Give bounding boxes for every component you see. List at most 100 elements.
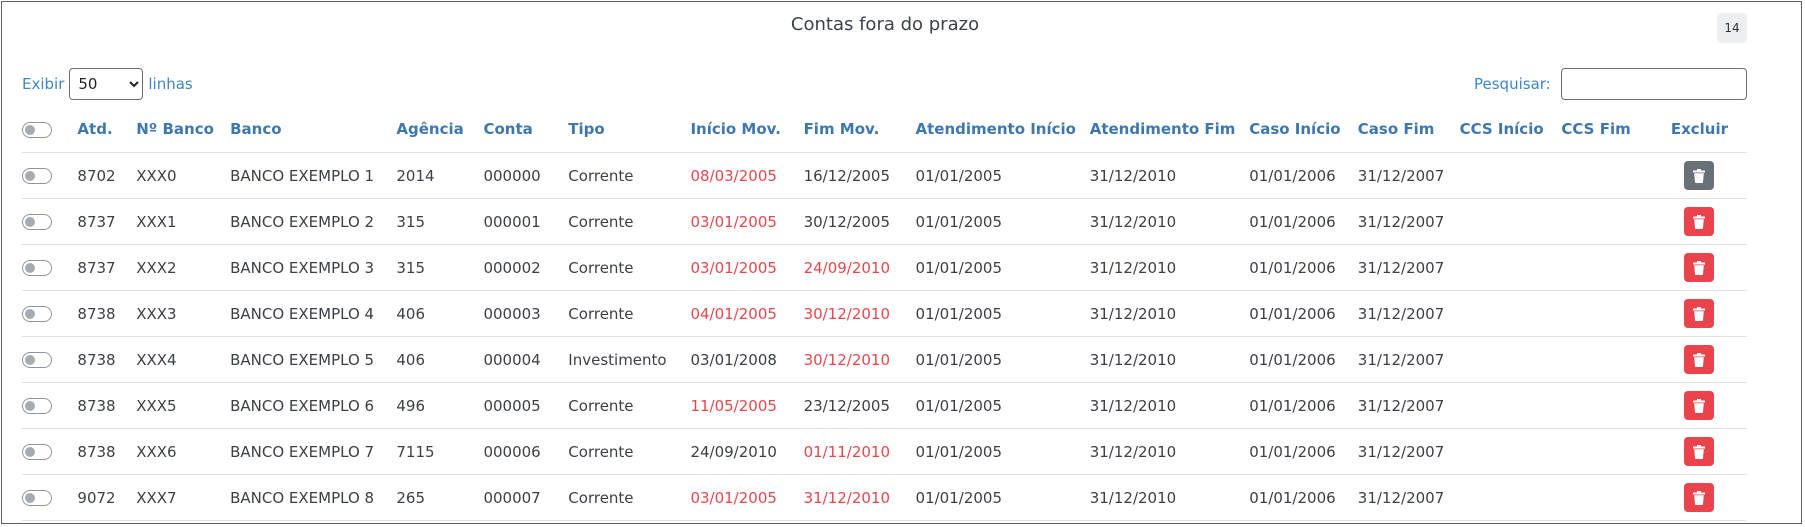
cell-agencia: 7115	[396, 428, 484, 475]
toggle-switch-icon[interactable]	[22, 490, 52, 506]
row-toggle-cell[interactable]	[22, 198, 78, 245]
column-header[interactable]: Conta	[483, 106, 569, 153]
toggle-switch-icon[interactable]	[22, 444, 52, 460]
cell-atend-inicio: 01/01/2005	[915, 198, 1090, 245]
select-all-header[interactable]	[22, 106, 78, 153]
cell-atd: 8738	[77, 382, 137, 429]
delete-cell	[1651, 382, 1747, 429]
cell-tipo: Corrente	[568, 244, 691, 291]
delete-cell	[1651, 290, 1747, 337]
cell-ccs-inicio	[1459, 244, 1562, 291]
cell-ccs-fim	[1561, 152, 1652, 199]
cell-tipo: Corrente	[568, 382, 691, 429]
cell-ccs-inicio	[1459, 474, 1562, 521]
cell-atend-inicio: 01/01/2005	[915, 336, 1090, 383]
cell-tipo: Corrente	[568, 152, 691, 199]
row-toggle-cell[interactable]	[22, 428, 78, 475]
column-header[interactable]: Caso Início	[1249, 106, 1358, 153]
cell-inicio-mov: 03/01/2005	[690, 474, 804, 521]
delete-button[interactable]	[1684, 483, 1715, 512]
column-header[interactable]: Atendimento Início	[915, 106, 1090, 153]
cell-conta: 000004	[483, 336, 569, 383]
toggle-switch-icon[interactable]	[22, 260, 52, 276]
row-toggle-cell[interactable]	[22, 336, 78, 383]
cell-fim-mov: 24/09/2010	[803, 244, 916, 291]
cell-ccs-inicio	[1459, 198, 1562, 245]
column-header[interactable]: Atendimento Fim	[1089, 106, 1250, 153]
trash-icon	[1693, 214, 1706, 229]
column-header[interactable]: Início Mov.	[690, 106, 804, 153]
column-header[interactable]: Banco	[230, 106, 397, 153]
row-toggle-cell[interactable]	[22, 382, 78, 429]
cell-atend-fim: 31/12/2010	[1089, 336, 1250, 383]
delete-cell	[1651, 244, 1747, 291]
toggle-switch-icon[interactable]	[22, 352, 52, 368]
page-length-select[interactable]: 50	[69, 68, 144, 100]
cell-fim-mov: 16/12/2005	[803, 152, 916, 199]
cell-caso-fim: 31/12/2007	[1357, 382, 1460, 429]
length-prefix-label: Exibir	[22, 75, 65, 93]
page-title: Contas fora do prazo	[790, 14, 980, 35]
delete-button[interactable]	[1684, 391, 1715, 420]
cell-ccs-fim	[1561, 382, 1652, 429]
column-header[interactable]: CCS Início	[1459, 106, 1562, 153]
table-header-row: Atd. Nº Banco Banco Agência Conta Tipo I…	[22, 106, 1747, 153]
cell-ccs-inicio	[1459, 382, 1562, 429]
cell-tipo: Corrente	[568, 290, 691, 337]
toggle-switch-icon[interactable]	[22, 306, 52, 322]
search-input[interactable]	[1560, 68, 1747, 100]
column-header[interactable]: Atd.	[77, 106, 137, 153]
cell-inicio-mov: 04/01/2005	[690, 290, 804, 337]
cell-ccs-fim	[1561, 474, 1652, 521]
delete-cell	[1651, 152, 1747, 199]
column-header[interactable]: Tipo	[568, 106, 691, 153]
cell-atend-fim: 31/12/2010	[1089, 152, 1250, 199]
column-header[interactable]: CCS Fim	[1561, 106, 1652, 153]
row-toggle-cell[interactable]	[22, 474, 78, 521]
cell-atend-inicio: 01/01/2005	[915, 244, 1090, 291]
toggle-switch-icon[interactable]	[22, 214, 52, 230]
delete-button[interactable]	[1684, 437, 1715, 466]
cell-agencia: 315	[396, 198, 484, 245]
cell-caso-fim: 31/12/2007	[1357, 152, 1460, 199]
cell-caso-inicio: 01/01/2006	[1249, 244, 1358, 291]
length-suffix-label: linhas	[148, 75, 193, 93]
row-toggle-cell[interactable]	[22, 244, 78, 291]
cell-conta: 000007	[483, 474, 569, 521]
column-header[interactable]: Nº Banco	[136, 106, 231, 153]
delete-cell	[1651, 474, 1747, 521]
cell-banco: BANCO EXEMPLO 8	[230, 474, 397, 521]
toggle-switch-icon[interactable]	[22, 168, 52, 184]
trash-icon	[1693, 168, 1706, 183]
cell-agencia: 315	[396, 244, 484, 291]
delete-button[interactable]	[1684, 253, 1715, 282]
cell-caso-inicio: 01/01/2006	[1249, 152, 1358, 199]
row-toggle-cell[interactable]	[22, 152, 78, 199]
cell-nbanco: XXX0	[136, 152, 231, 199]
cell-banco: BANCO EXEMPLO 6	[230, 382, 397, 429]
cell-conta: 000001	[483, 198, 569, 245]
cell-atd: 8702	[77, 152, 137, 199]
column-header[interactable]: Agência	[396, 106, 484, 153]
delete-button[interactable]	[1684, 299, 1715, 328]
column-header[interactable]: Caso Fim	[1357, 106, 1460, 153]
cell-ccs-fim	[1561, 290, 1652, 337]
trash-icon	[1693, 444, 1706, 459]
cell-banco: BANCO EXEMPLO 4	[230, 290, 397, 337]
cell-agencia: 496	[396, 382, 484, 429]
cell-conta: 000005	[483, 382, 569, 429]
toggle-switch-icon[interactable]	[22, 398, 52, 414]
cell-agencia: 2014	[396, 152, 484, 199]
cell-atend-fim: 31/12/2010	[1089, 428, 1250, 475]
cell-atend-fim: 31/12/2010	[1089, 198, 1250, 245]
cell-caso-inicio: 01/01/2006	[1249, 428, 1358, 475]
table-row: 8738 XXX4 BANCO EXEMPLO 5 406 000004 Investim…	[22, 336, 1747, 383]
delete-button[interactable]	[1684, 345, 1715, 374]
cell-ccs-fim	[1561, 428, 1652, 475]
delete-button[interactable]	[1684, 207, 1715, 236]
delete-button[interactable]	[1684, 161, 1715, 190]
row-toggle-cell[interactable]	[22, 290, 78, 337]
column-header[interactable]: Fim Mov.	[803, 106, 916, 153]
toggle-switch-icon[interactable]	[22, 121, 52, 138]
table-row: 9072 XXX7 BANCO EXEMPLO 8 265 000007 Corrente…	[22, 474, 1747, 521]
